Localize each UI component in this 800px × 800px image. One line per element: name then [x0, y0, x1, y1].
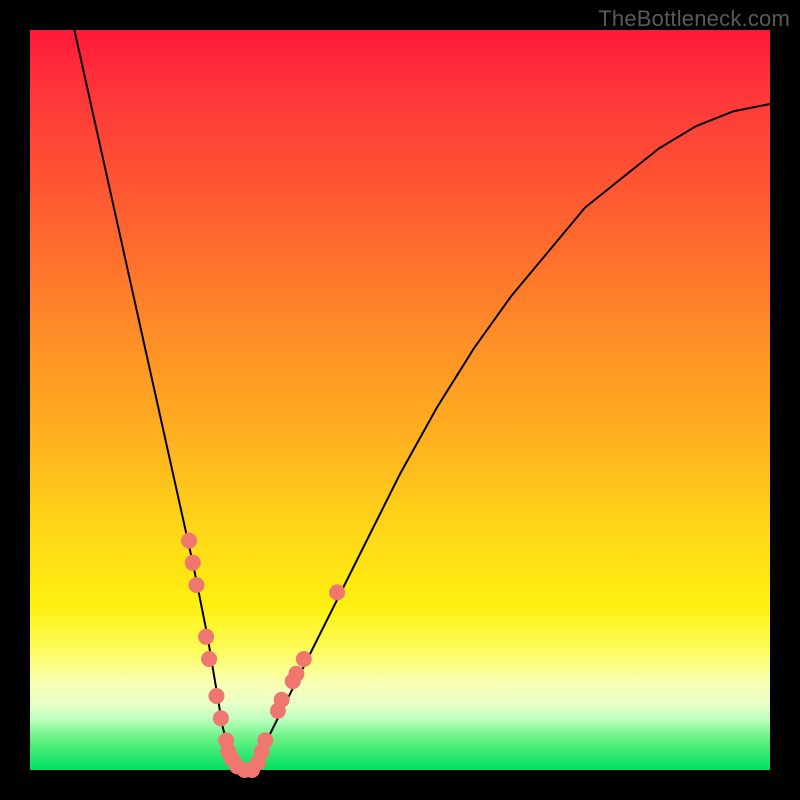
curve-line	[74, 30, 770, 770]
data-marker	[288, 666, 304, 682]
data-marker	[185, 555, 201, 571]
data-marker	[257, 732, 273, 748]
data-marker	[189, 577, 205, 593]
plot-area	[30, 30, 770, 770]
data-marker	[274, 692, 290, 708]
data-markers	[181, 533, 345, 778]
data-marker	[208, 688, 224, 704]
data-marker	[201, 651, 217, 667]
bottleneck-curve	[74, 30, 770, 770]
data-marker	[329, 584, 345, 600]
data-marker	[213, 710, 229, 726]
curve-svg	[30, 30, 770, 770]
data-marker	[198, 629, 214, 645]
data-marker	[296, 651, 312, 667]
watermark-text: TheBottleneck.com	[598, 6, 790, 32]
data-marker	[181, 533, 197, 549]
chart-container: TheBottleneck.com	[0, 0, 800, 800]
